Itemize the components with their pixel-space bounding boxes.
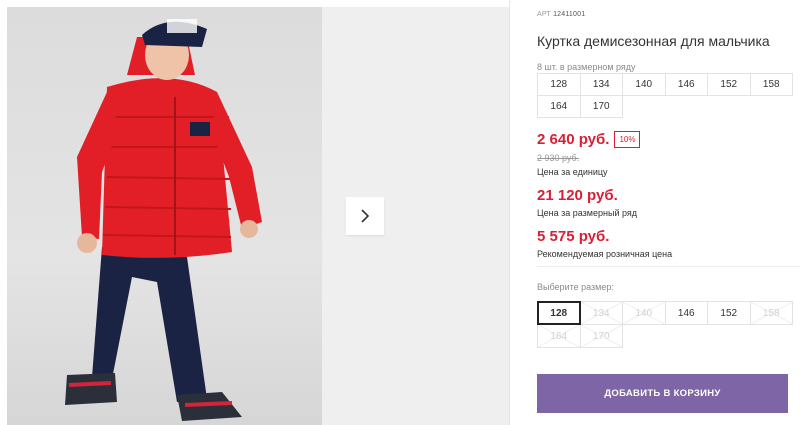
article-prefix: АРТ (537, 11, 551, 18)
unavailable-cross-icon (580, 302, 622, 324)
add-to-cart-button[interactable]: ДОБАВИТЬ В КОРЗИНУ (537, 374, 788, 413)
old-price: 2 930 руб. (537, 153, 580, 163)
size-option-152[interactable]: 152 (707, 301, 751, 325)
pack-size-grid: 128 134 140 146 152 158 164 170 (537, 73, 800, 118)
jacket-photo-illustration (65, 19, 262, 421)
pack-size-cell: 146 (664, 73, 708, 96)
size-picker: 128 134 140 146 152 158 164 170 (537, 301, 800, 348)
pack-price-note: Цена за размерный ряд (537, 208, 638, 218)
pack-size-cell: 134 (579, 73, 623, 96)
size-option-164: 164 (537, 324, 581, 348)
product-title: Куртка демисезонная для мальчика (537, 33, 770, 49)
size-option-128[interactable]: 128 (537, 301, 581, 325)
article-number: АРТ 12411001 (537, 11, 585, 18)
pack-size-cell: 164 (537, 95, 581, 118)
choose-size-label: Выберите размер: (537, 282, 614, 292)
section-divider (537, 266, 800, 267)
unavailable-cross-icon (623, 302, 665, 324)
unit-price-row: 2 640 руб. 10% (537, 131, 641, 148)
size-option-140: 140 (622, 301, 666, 325)
pack-size-label: 8 шт. в размерном ряду (537, 62, 636, 72)
next-image-button[interactable] (346, 197, 384, 235)
pack-size-cell: 170 (579, 95, 623, 118)
pack-price: 21 120 руб. (537, 187, 618, 204)
product-gallery (7, 7, 509, 425)
article-value: 12411001 (553, 11, 586, 18)
size-option-158: 158 (749, 301, 793, 325)
vertical-divider (509, 0, 510, 425)
next-photo-preview (322, 7, 509, 425)
retail-price: 5 575 руб. (537, 228, 610, 245)
size-option-146[interactable]: 146 (664, 301, 708, 325)
retail-price-note: Рекомендуемая розничная цена (537, 249, 673, 259)
unavailable-cross-icon (750, 302, 792, 324)
product-photo[interactable] (7, 7, 322, 425)
unit-price-note: Цена за единицу (537, 167, 608, 177)
unavailable-cross-icon (538, 325, 580, 347)
pack-size-cell: 128 (537, 73, 581, 96)
discount-badge: 10% (614, 131, 641, 148)
unavailable-cross-icon (580, 325, 622, 347)
pack-size-cell: 140 (622, 73, 666, 96)
pack-size-cell: 158 (749, 73, 793, 96)
unit-price: 2 640 руб. (537, 131, 610, 148)
size-option-170: 170 (579, 324, 623, 348)
size-option-134: 134 (579, 301, 623, 325)
pack-size-cell: 152 (707, 73, 751, 96)
chevron-right-icon (361, 209, 370, 223)
